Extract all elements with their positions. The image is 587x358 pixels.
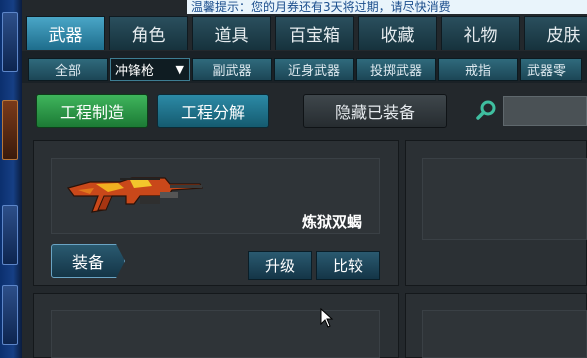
decompose-button[interactable]: 工程分解 — [157, 94, 269, 128]
search-icon[interactable] — [475, 99, 497, 121]
notice-banner: 温馨提示：您的月券还有3天将过期，请尽快消费 — [187, 0, 587, 14]
weapon-type-dropdown[interactable]: 冲锋枪 ▼ — [110, 58, 190, 81]
subtab-weapon-parts[interactable]: 武器零 — [520, 58, 582, 81]
upgrade-button[interactable]: 升级 — [248, 251, 312, 280]
sidebar-slot[interactable] — [2, 12, 18, 72]
tab-favorites[interactable]: 收藏 — [358, 16, 437, 50]
tab-treasure-box[interactable]: 百宝箱 — [275, 16, 354, 50]
left-sidebar-strip — [0, 0, 22, 358]
subtab-ring[interactable]: 戒指 — [438, 58, 518, 81]
weapon-name: 炼狱双蝎 — [302, 213, 363, 231]
compare-button[interactable]: 比较 — [316, 251, 380, 280]
sidebar-slot[interactable] — [2, 205, 18, 265]
tab-weapons[interactable]: 武器 — [26, 16, 105, 50]
weapon-preview — [422, 158, 587, 240]
main-tabs: 武器 角色 道具 百宝箱 收藏 礼物 皮肤 — [26, 16, 587, 50]
craft-button[interactable]: 工程制造 — [36, 94, 148, 128]
hide-equipped-button[interactable]: 隐藏已装备 — [303, 94, 447, 128]
chevron-down-icon: ▼ — [175, 63, 184, 76]
subtab-melee[interactable]: 近身武器 — [274, 58, 354, 81]
weapon-preview — [422, 310, 587, 358]
weapon-category-tabs: 全部 冲锋枪 ▼ 副武器 近身武器 投掷武器 戒指 武器零 — [28, 58, 582, 81]
tab-items[interactable]: 道具 — [192, 16, 271, 50]
weapon-type-selected: 冲锋枪 — [115, 64, 155, 79]
sidebar-slot[interactable] — [2, 100, 18, 160]
search-input[interactable] — [503, 96, 587, 126]
tab-skins[interactable]: 皮肤 — [524, 16, 587, 50]
weapon-image — [66, 177, 203, 213]
subtab-throwing[interactable]: 投掷武器 — [356, 58, 436, 81]
sidebar-slot[interactable] — [2, 285, 18, 345]
tab-characters[interactable]: 角色 — [109, 16, 188, 50]
tab-gifts[interactable]: 礼物 — [441, 16, 520, 50]
equip-button[interactable]: 装备 — [51, 244, 125, 278]
inventory-panel: 温馨提示：您的月券还有3天将过期，请尽快消费 武器 角色 道具 百宝箱 收藏 礼… — [22, 0, 587, 358]
mouse-cursor-icon — [320, 308, 334, 328]
subtab-secondary[interactable]: 副武器 — [192, 58, 272, 81]
subtab-all[interactable]: 全部 — [28, 58, 108, 81]
